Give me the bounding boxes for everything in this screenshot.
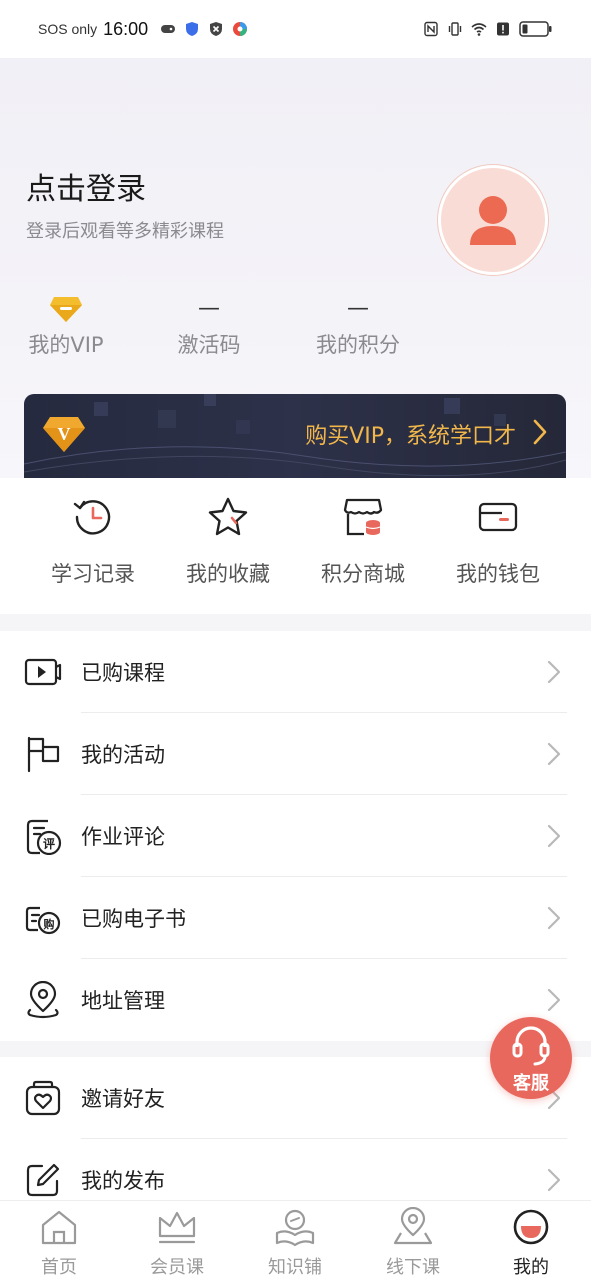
vip-gem-icon <box>50 297 82 322</box>
menu-purchased-courses-label: 已购课程 <box>81 661 165 685</box>
block-icon <box>210 22 223 36</box>
wallet-icon <box>478 502 518 532</box>
login-subtitle: 登录后观看等多精彩课程 <box>26 221 224 242</box>
chevron-right-icon <box>547 1168 561 1192</box>
game-controller-icon <box>161 25 176 33</box>
quick-wallet-label: 我的钱包 <box>456 562 540 586</box>
crown-icon <box>158 1211 196 1244</box>
chevron-right-icon <box>547 660 561 684</box>
book-icon <box>275 1209 315 1247</box>
menu-my-posts-label: 我的发布 <box>81 1169 165 1193</box>
menu-group-main: 已购课程 我的活动 评 作业评论 购 已购电子书 地址管理 <box>0 631 591 1041</box>
headset-icon <box>512 1026 550 1066</box>
tab-home-label: 首页 <box>41 1257 77 1278</box>
chevron-right-icon <box>547 824 561 848</box>
chevron-right-icon <box>547 742 561 766</box>
shield-icon <box>186 22 199 36</box>
vip-badge-letter: V <box>58 424 71 444</box>
menu-homework-comments[interactable]: 评 作业评论 <box>0 795 591 877</box>
menu-purchased-ebooks[interactable]: 购 已购电子书 <box>0 877 591 959</box>
vip-purchase-banner[interactable]: V 购买VIP，系统学口才 <box>24 394 566 478</box>
tab-knowledge-shop-label: 知识铺 <box>268 1257 322 1278</box>
menu-purchased-courses[interactable]: 已购课程 <box>0 631 591 713</box>
clock: 16:00 <box>103 18 149 39</box>
chevron-right-icon <box>533 419 547 445</box>
quick-wallet[interactable]: 我的钱包 <box>443 496 553 588</box>
tab-vip-courses[interactable]: 会员课 <box>127 1207 227 1279</box>
app-colorful-icon <box>233 22 248 36</box>
location-pin-icon <box>27 981 59 1019</box>
vibrate-icon <box>448 22 462 36</box>
home-icon <box>41 1210 77 1245</box>
vip-banner-text: 购买VIP，系统学口才 <box>305 424 516 449</box>
menu-invite-friends-label: 邀请好友 <box>81 1087 165 1111</box>
homework-icon-text: 评 <box>43 837 55 851</box>
tab-mine-label: 我的 <box>513 1257 549 1278</box>
menu-homework-comments-label: 作业评论 <box>81 825 165 849</box>
stat-activation-label: 激活码 <box>177 333 241 357</box>
quick-study-history-label: 学习记录 <box>51 562 135 586</box>
map-pin-icon <box>393 1207 433 1245</box>
ebook-icon: 购 <box>25 906 61 935</box>
video-course-icon <box>24 658 62 686</box>
flag-icon <box>27 736 60 773</box>
quick-study-history[interactable]: 学习记录 <box>38 496 148 588</box>
stat-points[interactable]: — 我的积分 <box>304 295 412 359</box>
stat-vip-label: 我的VIP <box>28 333 104 357</box>
login-title[interactable]: 点击登录 <box>26 164 146 208</box>
stat-points-label: 我的积分 <box>316 333 400 357</box>
alert-icon <box>497 22 509 36</box>
tab-home[interactable]: 首页 <box>9 1207 109 1279</box>
chevron-right-icon <box>547 906 561 930</box>
profile-face-icon <box>513 1209 549 1245</box>
invite-heart-icon <box>25 1080 61 1116</box>
stat-activation-value: — <box>198 296 220 321</box>
tab-mine[interactable]: 我的 <box>481 1207 581 1279</box>
quick-favorites-label: 我的收藏 <box>186 562 270 586</box>
quick-actions-panel: 学习记录 我的收藏 积分商城 我的钱包 <box>0 478 591 614</box>
tab-knowledge-shop[interactable]: 知识铺 <box>245 1207 345 1279</box>
avatar[interactable] <box>438 165 548 275</box>
bottom-tab-bar: 首页 会员课 知识铺 线下课 我的 <box>0 1200 591 1280</box>
user-avatar-icon <box>470 196 516 245</box>
ebook-icon-text: 购 <box>44 917 55 931</box>
stat-activation-code[interactable]: — 激活码 <box>164 295 254 359</box>
store-icon <box>343 498 383 536</box>
homework-comment-icon: 评 <box>26 819 62 855</box>
customer-service-label: 客服 <box>513 1073 549 1094</box>
tab-offline-courses-label: 线下课 <box>386 1257 440 1278</box>
menu-purchased-ebooks-label: 已购电子书 <box>81 907 186 931</box>
quick-favorites[interactable]: 我的收藏 <box>173 496 283 588</box>
vip-diamond-icon: V <box>43 417 85 452</box>
history-clock-icon <box>73 500 111 535</box>
menu-address-management-label: 地址管理 <box>81 989 165 1013</box>
tab-vip-courses-label: 会员课 <box>150 1257 204 1278</box>
quick-points-mall-label: 积分商城 <box>321 562 405 586</box>
edit-post-icon <box>26 1163 60 1197</box>
stats-row: 我的VIP — 激活码 — 我的积分 <box>0 295 591 365</box>
menu-my-activities[interactable]: 我的活动 <box>0 713 591 795</box>
tab-offline-courses[interactable]: 线下课 <box>363 1207 463 1279</box>
stat-vip[interactable]: 我的VIP <box>20 295 112 359</box>
wifi-icon <box>471 23 487 36</box>
menu-my-activities-label: 我的活动 <box>81 743 165 767</box>
sos-indicator: SOS only <box>38 21 98 37</box>
nfc-icon <box>424 21 438 37</box>
battery-icon <box>519 21 552 37</box>
quick-points-mall[interactable]: 积分商城 <box>308 496 418 588</box>
customer-service-button[interactable]: 客服 <box>490 1017 572 1099</box>
chevron-right-icon <box>547 988 561 1012</box>
stat-points-value: — <box>347 296 369 321</box>
status-bar: SOS only 16:00 <box>0 0 591 58</box>
star-icon <box>208 497 248 536</box>
